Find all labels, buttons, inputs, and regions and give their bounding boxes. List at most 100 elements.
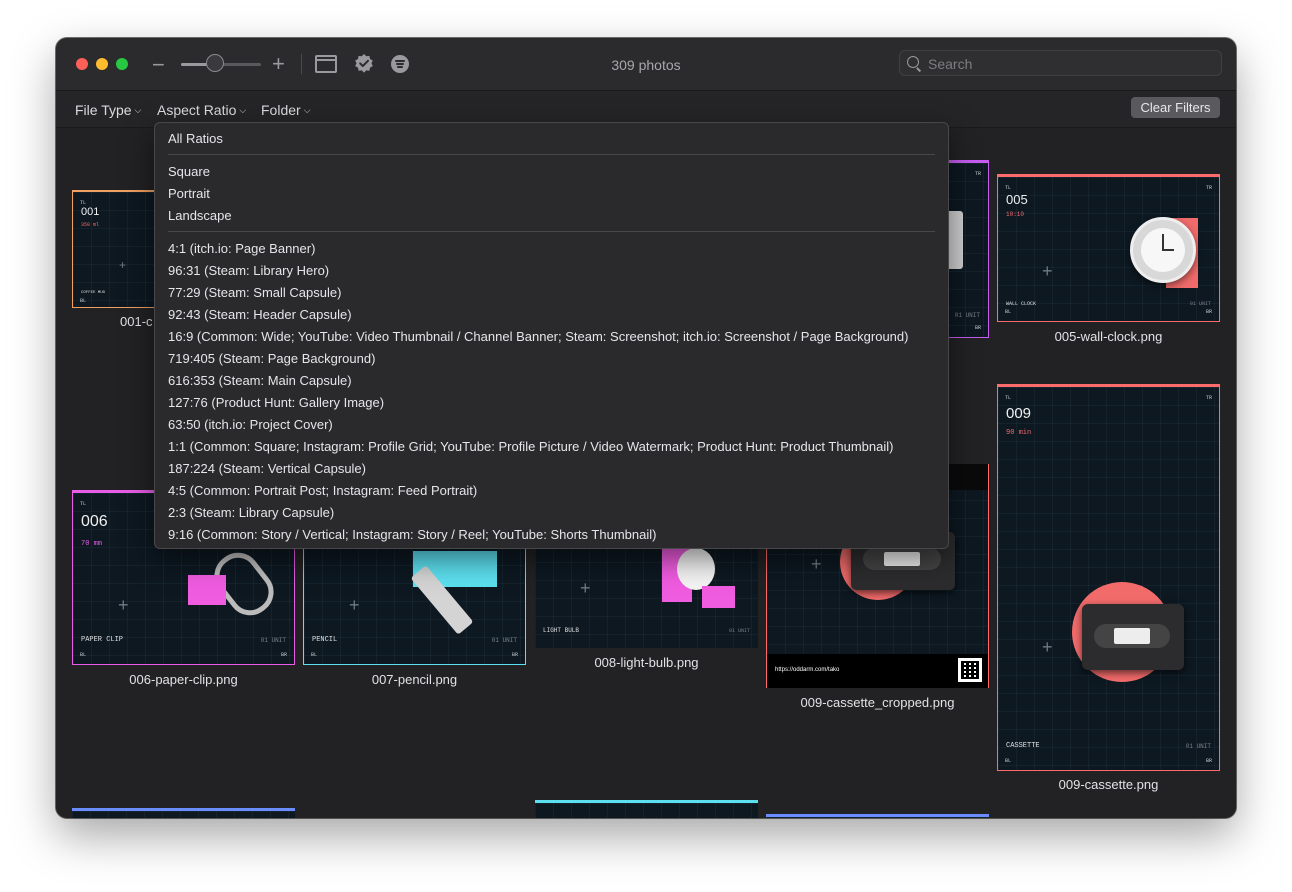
window-title: 309 photos [611, 57, 681, 73]
photo-number: 001 [81, 206, 100, 218]
verified-badge-icon[interactable] [354, 53, 374, 73]
corner-label: BR [511, 652, 518, 658]
aspect-ratio-filter[interactable]: Aspect Ratio ⌵ [157, 102, 246, 118]
photo-thumbnail-row3-2[interactable] [535, 800, 758, 818]
menu-divider [168, 154, 935, 155]
corner-label: BL [80, 652, 87, 658]
photo-caption[interactable]: 008-light-bulb.png [535, 655, 758, 670]
folder-filter-label: Folder [261, 102, 301, 118]
qr-code-icon [958, 658, 982, 682]
chevron-down-icon: ⌵ [303, 105, 311, 115]
photo-thumbnail-row3-3[interactable] [766, 814, 989, 818]
cassette-image [1082, 604, 1184, 670]
file-type-filter[interactable]: File Type ⌵ [75, 102, 141, 118]
window-layout-icon[interactable] [315, 55, 337, 73]
sticky-note-image [188, 575, 226, 605]
photo-thumbnail-009[interactable]: TL TR 009 90 min + CASSETTE 01 UNIT BL B… [997, 384, 1220, 771]
unit-label: 01 UNIT [728, 628, 750, 634]
menu-item-landscape[interactable]: Landscape [168, 208, 232, 223]
photo-thumbnail-row3-1[interactable] [72, 808, 295, 818]
photo-measure: 350 ml [81, 222, 100, 228]
corner-label: TR [1205, 185, 1212, 191]
crosshair-icon: + [580, 578, 591, 598]
photo-measure: 70 mm [81, 540, 103, 548]
chevron-down-icon: ⌵ [239, 105, 247, 115]
filter-lines-icon[interactable] [391, 55, 409, 73]
menu-item-ratio[interactable]: 616:353 (Steam: Main Capsule) [168, 373, 352, 388]
crosshair-icon: + [1042, 261, 1053, 281]
photo-caption[interactable]: 007-pencil.png [303, 672, 526, 687]
minus-icon[interactable]: − [152, 52, 165, 78]
photo-label: PENCIL [312, 636, 338, 644]
corner-label: BR [1205, 309, 1212, 315]
search-box[interactable] [899, 50, 1222, 76]
clear-filters-button[interactable]: Clear Filters [1131, 97, 1220, 118]
menu-item-ratio[interactable]: 77:29 (Steam: Small Capsule) [168, 285, 341, 300]
photo-thumbnail-005[interactable]: TL TR 005 10:10 + WALL CLOCK 01 UNIT BL … [997, 174, 1220, 322]
crosshair-icon: + [118, 595, 129, 615]
photo-footer-strip: https://oddarm.com/tako [767, 654, 988, 688]
zoom-window-button[interactable] [116, 58, 128, 70]
menu-item-ratio[interactable]: 4:1 (itch.io: Page Banner) [168, 241, 315, 256]
folder-filter[interactable]: Folder ⌵ [261, 102, 311, 118]
corner-label: TL [1005, 185, 1012, 191]
photo-caption[interactable]: 009-cassette.png [997, 777, 1220, 792]
photo-thumbnail-001[interactable]: TL 001 350 ml + COFFEE MUG BL [72, 190, 162, 308]
menu-divider [168, 231, 935, 232]
file-type-filter-label: File Type [75, 102, 132, 118]
menu-item-ratio[interactable]: 92:43 (Steam: Header Capsule) [168, 307, 352, 322]
photo-label: CASSETTE [1006, 742, 1040, 750]
clock-image [1130, 217, 1196, 283]
sticky-note-image-2 [702, 586, 735, 608]
photo-caption[interactable]: 006-paper-clip.png [72, 672, 295, 687]
unit-label: 01 UNIT [1185, 743, 1211, 750]
corner-label: BL [80, 298, 87, 304]
minimize-window-button[interactable] [96, 58, 108, 70]
menu-item-all-ratios[interactable]: All Ratios [168, 131, 223, 146]
corner-label: BL [1005, 758, 1012, 764]
photo-caption[interactable]: 001-c [120, 314, 153, 329]
menu-item-ratio[interactable]: 63:50 (itch.io: Project Cover) [168, 417, 333, 432]
menu-item-ratio[interactable]: 9:16 (Common: Story / Vertical; Instagra… [168, 527, 656, 542]
corner-label: TR [974, 171, 981, 177]
photo-caption[interactable]: 009-cassette_cropped.png [766, 695, 989, 710]
aspect-ratio-menu: All Ratios Square Portrait Landscape 4:1… [154, 122, 949, 549]
photo-measure: 90 min [1006, 429, 1032, 437]
photo-number: 009 [1006, 405, 1032, 422]
photo-label: PAPER CLIP [81, 636, 124, 644]
unit-label: 01 UNIT [1189, 301, 1211, 307]
corner-label: BR [1205, 758, 1212, 764]
crosshair-icon: + [119, 258, 127, 272]
zoom-slider-knob[interactable] [205, 54, 224, 72]
corner-label: TL [1005, 395, 1012, 401]
plus-icon[interactable]: + [272, 51, 285, 77]
corner-label: BR [974, 325, 981, 331]
menu-item-ratio[interactable]: 187:224 (Steam: Vertical Capsule) [168, 461, 366, 476]
menu-item-ratio[interactable]: 127:76 (Product Hunt: Gallery Image) [168, 395, 384, 410]
corner-label: TL [80, 501, 87, 507]
app-window: − + 309 photos File Type⌵ Aspect Ratio⌵ … [56, 38, 1236, 818]
unit-label: 01 UNIT [260, 637, 286, 644]
menu-item-ratio[interactable]: 4:5 (Common: Portrait Post; Instagram: F… [168, 483, 477, 498]
menu-item-ratio[interactable]: 2:3 (Steam: Library Capsule) [168, 505, 334, 520]
crosshair-icon: + [1042, 637, 1053, 657]
photo-caption[interactable]: 005-wall-clock.png [997, 329, 1220, 344]
menu-item-square[interactable]: Square [168, 164, 210, 179]
menu-item-ratio[interactable]: 96:31 (Steam: Library Hero) [168, 263, 329, 278]
close-window-button[interactable] [76, 58, 88, 70]
titlebar: − + 309 photos [56, 38, 1236, 91]
crosshair-icon: + [811, 554, 822, 574]
search-input[interactable] [926, 54, 1210, 74]
unit-label: 01 UNIT [954, 312, 980, 319]
menu-item-ratio[interactable]: 16:9 (Common: Wide; YouTube: Video Thumb… [168, 329, 908, 344]
menu-item-portrait[interactable]: Portrait [168, 186, 210, 201]
menu-item-ratio[interactable]: 1:1 (Common: Square; Instagram: Profile … [168, 439, 893, 454]
menu-item-ratio[interactable]: 719:405 (Steam: Page Background) [168, 351, 375, 366]
aspect-ratio-filter-label: Aspect Ratio [157, 102, 237, 118]
corner-label: TR [1205, 395, 1212, 401]
photo-label: COFFEE MUG [81, 291, 106, 295]
photo-number: 006 [81, 513, 108, 530]
photo-measure: 10:10 [1006, 211, 1025, 218]
photo-label: LIGHT BULB [543, 627, 580, 634]
unit-label: 01 UNIT [491, 637, 517, 644]
